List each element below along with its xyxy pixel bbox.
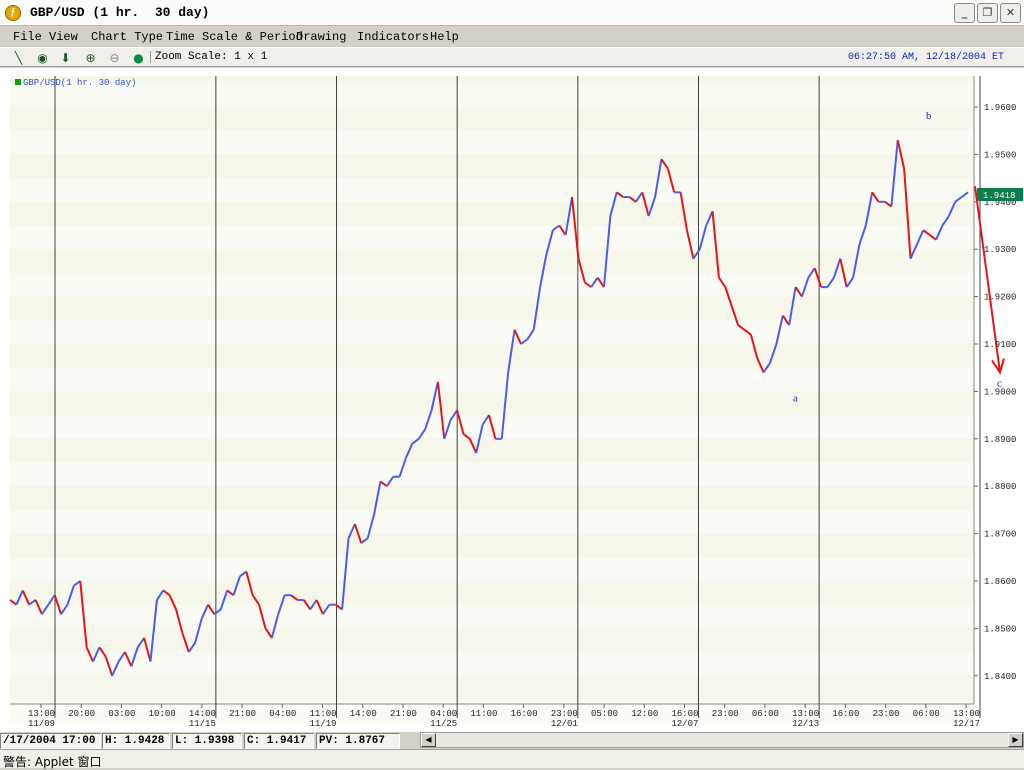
toolbar: ╲ ◉ ⬇ ⊕ ⊖ ● Zoom Scale: 1 x 1 06:27:50 A… — [0, 47, 1024, 67]
wave-label-a: a — [793, 393, 798, 405]
zoom-in-icon[interactable]: ⊕ — [82, 50, 99, 66]
x-date-label: 11/19 — [310, 719, 337, 729]
y-tick-label: 1.9000 — [984, 387, 1016, 397]
x-tick-label: 06:00 — [752, 709, 779, 719]
x-tick-label: 13:00 — [792, 709, 819, 719]
legend-label: GBP/USD(1 hr. 30 day) — [23, 78, 136, 88]
y-tick-label: 1.8400 — [984, 672, 1016, 682]
title-bar: ƒ GBP/USD (1 hr. 30 day) _ ❐ ✕ — [0, 0, 1024, 26]
y-tick-label: 1.8600 — [984, 577, 1016, 587]
status-datetime: /17/2004 17:00 — [0, 733, 101, 749]
wave-label-b: b — [926, 110, 932, 122]
x-date-label: 11/15 — [189, 719, 216, 729]
x-tick-label: 20:00 — [68, 709, 95, 719]
crosshair-tool-icon[interactable]: ◉ — [34, 50, 51, 66]
y-tick-label: 1.9200 — [984, 293, 1016, 303]
menu-view[interactable]: View — [49, 30, 78, 44]
x-tick-label: 13:00 — [953, 709, 980, 719]
grid-band — [10, 509, 974, 534]
x-tick-label: 14:00 — [189, 709, 216, 719]
grid-band — [10, 225, 974, 250]
status-low: L: 1.9398 — [172, 733, 242, 749]
y-tick-label: 1.8900 — [984, 435, 1016, 445]
applet-warning-text: 警告: Applet 窗口 — [3, 755, 102, 769]
x-tick-label: 04:00 — [269, 709, 296, 719]
menu-indicators[interactable]: Indicators — [357, 30, 429, 44]
x-date-label: 12/07 — [671, 719, 698, 729]
menu-drawing[interactable]: Drawing — [296, 30, 346, 44]
chart-legend: GBP/USD(1 hr. 30 day) — [15, 78, 136, 88]
scroll-right-icon[interactable]: ▶ — [1008, 733, 1023, 747]
x-tick-label: 11:00 — [310, 709, 337, 719]
y-tick-label: 1.8700 — [984, 530, 1016, 540]
maximize-button[interactable]: ❐ — [977, 3, 998, 23]
horizontal-scrollbar[interactable]: ◀ ▶ — [420, 732, 1024, 748]
x-tick-label: 23:00 — [551, 709, 578, 719]
grid-band — [10, 130, 974, 155]
fxcm-logo-icon: ƒ — [5, 5, 21, 21]
y-tick-label: 1.8500 — [984, 624, 1016, 634]
trendline-tool-icon[interactable]: ╲ — [10, 50, 27, 66]
x-tick-label: 05:00 — [591, 709, 618, 719]
status-high: H: 1.9428 — [102, 733, 170, 749]
current-price-tag: 1.9418 — [977, 188, 1023, 201]
grid-band — [10, 83, 974, 107]
status-pv: PV: 1.8767 — [316, 733, 400, 749]
x-tick-label: 03:00 — [108, 709, 135, 719]
close-button[interactable]: ✕ — [1000, 3, 1021, 23]
x-tick-label: 16:00 — [671, 709, 698, 719]
x-date-label: 11/25 — [430, 719, 457, 729]
status-close: C: 1.9417 — [244, 733, 314, 749]
grid-band — [10, 367, 974, 392]
applet-warning-bar: 警告: Applet 窗口 — [0, 749, 1024, 769]
grid-band — [10, 320, 974, 344]
x-tick-label: 14:00 — [350, 709, 377, 719]
x-date-label: 12/13 — [792, 719, 819, 729]
zoom-out-icon[interactable]: ⊖ — [106, 50, 123, 66]
scroll-left-icon[interactable]: ◀ — [421, 733, 436, 747]
x-tick-label: 13:00 — [28, 709, 55, 719]
arrow-down-tool-icon[interactable]: ⬇ — [57, 50, 74, 66]
x-tick-label: 16:00 — [511, 709, 538, 719]
y-tick-label: 1.9300 — [984, 245, 1016, 255]
x-date-label: 12/01 — [551, 719, 578, 729]
grid-band — [10, 178, 974, 202]
grid-band — [10, 557, 974, 581]
zoom-scale-label: Zoom Scale: 1 x 1 — [150, 51, 267, 63]
x-date-label: 11/09 — [28, 719, 55, 729]
grid-band — [10, 652, 974, 676]
window-title: GBP/USD (1 hr. 30 day) — [30, 5, 210, 20]
x-tick-label: 12:00 — [631, 709, 658, 719]
x-tick-label: 04:00 — [430, 709, 457, 719]
x-tick-label: 10:00 — [149, 709, 176, 719]
x-tick-label: 16:00 — [832, 709, 859, 719]
price-chart[interactable]: abc 1.96001.95001.94001.93001.92001.9100… — [0, 68, 1024, 731]
menu-bar: File View Chart Type Time Scale & Period… — [0, 28, 1024, 46]
menu-file[interactable]: File — [13, 30, 42, 44]
x-tick-label: 21:00 — [390, 709, 417, 719]
x-tick-label: 11:00 — [470, 709, 497, 719]
minimize-button[interactable]: _ — [954, 3, 975, 23]
y-tick-label: 1.9600 — [984, 103, 1016, 113]
current-price-label: 1.9418 — [983, 191, 1015, 201]
x-tick-label: 23:00 — [712, 709, 739, 719]
menu-help[interactable]: Help — [430, 30, 459, 44]
menu-chart-type[interactable]: Chart Type — [91, 30, 163, 44]
x-date-label: 12/17 — [953, 719, 980, 729]
y-tick-label: 1.9100 — [984, 340, 1016, 350]
x-tick-label: 23:00 — [873, 709, 900, 719]
clock: 06:27:50 AM, 12/18/2004 ET — [847, 52, 1004, 63]
x-tick-label: 06:00 — [913, 709, 940, 719]
menu-time-scale[interactable]: Time Scale & Period — [166, 30, 303, 44]
x-tick-label: 21:00 — [229, 709, 256, 719]
y-tick-label: 1.8800 — [984, 482, 1016, 492]
y-tick-label: 1.9500 — [984, 150, 1016, 160]
grid-band — [10, 462, 974, 487]
color-dot-icon[interactable]: ● — [130, 50, 147, 66]
legend-swatch — [15, 79, 21, 85]
